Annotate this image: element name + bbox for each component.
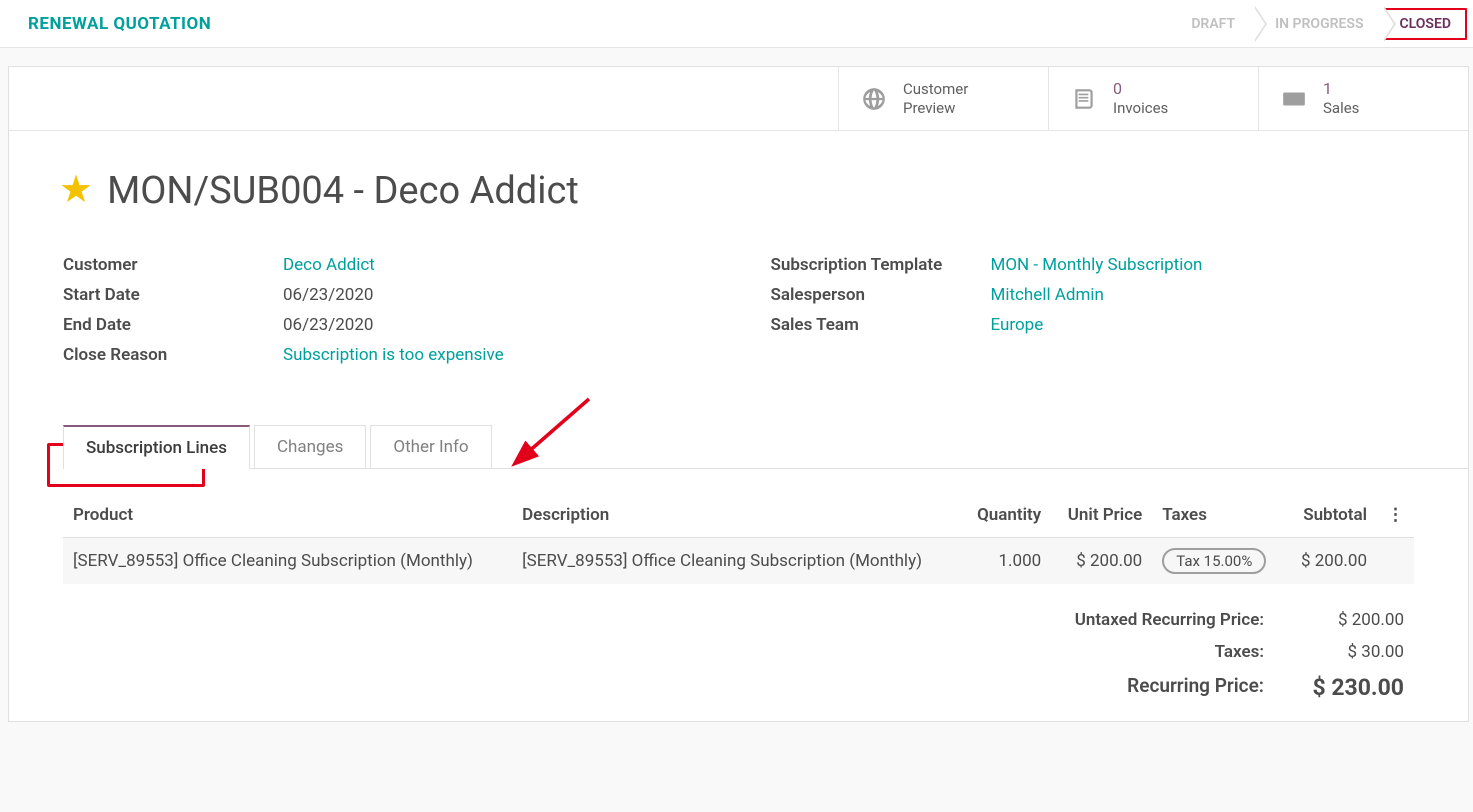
subscription-template-link[interactable]: MON - Monthly Subscription bbox=[991, 255, 1203, 275]
topbar: RENEWAL QUOTATION DRAFT IN PROGRESS CLOS… bbox=[0, 0, 1473, 48]
table-row[interactable]: [SERV_89553] Office Cleaning Subscriptio… bbox=[63, 538, 1414, 585]
totals-section: Untaxed Recurring Price: $ 200.00 Taxes:… bbox=[1075, 610, 1404, 701]
subscription-template-label: Subscription Template bbox=[771, 255, 991, 275]
status-in-progress[interactable]: IN PROGRESS bbox=[1255, 6, 1383, 42]
annotation-arrow-icon bbox=[509, 391, 599, 471]
recurring-value: $ 230.00 bbox=[1304, 674, 1404, 701]
tab-changes[interactable]: Changes bbox=[254, 425, 366, 468]
end-date-label: End Date bbox=[63, 315, 283, 335]
customer-link[interactable]: Deco Addict bbox=[283, 255, 375, 275]
credit-card-icon bbox=[1281, 86, 1307, 112]
col-subtotal[interactable]: Subtotal bbox=[1285, 497, 1377, 538]
start-date-label: Start Date bbox=[63, 285, 283, 305]
subscription-lines-table: Product Description Quantity Unit Price … bbox=[63, 497, 1414, 584]
taxes-total-label: Taxes: bbox=[1075, 642, 1264, 662]
recurring-label: Recurring Price: bbox=[1075, 674, 1264, 701]
status-draft[interactable]: DRAFT bbox=[1171, 6, 1255, 42]
col-unit-price[interactable]: Unit Price bbox=[1051, 497, 1152, 538]
status-steps: DRAFT IN PROGRESS CLOSED bbox=[1171, 0, 1469, 47]
salesperson-label: Salesperson bbox=[771, 285, 991, 305]
cell-quantity: 1.000 bbox=[961, 538, 1051, 585]
cell-unit-price: $ 200.00 bbox=[1051, 538, 1152, 585]
star-icon[interactable]: ★ bbox=[59, 167, 93, 212]
cell-product: [SERV_89553] Office Cleaning Subscriptio… bbox=[63, 538, 512, 585]
invoices-button[interactable]: 0 Invoices bbox=[1048, 67, 1258, 130]
stat-buttons-row: Customer Preview 0 Invoices 1 bbox=[9, 67, 1468, 131]
taxes-total-value: $ 30.00 bbox=[1304, 642, 1404, 662]
end-date-value: 06/23/2020 bbox=[283, 315, 373, 335]
stat-label-line2: Preview bbox=[903, 99, 968, 118]
salesperson-link[interactable]: Mitchell Admin bbox=[991, 285, 1104, 305]
tax-pill: Tax 15.00% bbox=[1162, 548, 1266, 574]
tab-other-info[interactable]: Other Info bbox=[370, 425, 491, 468]
untaxed-label: Untaxed Recurring Price: bbox=[1075, 610, 1264, 630]
customer-label: Customer bbox=[63, 255, 283, 275]
sales-count: 1 bbox=[1323, 79, 1359, 99]
cell-taxes: Tax 15.00% bbox=[1152, 538, 1285, 585]
record-title: MON/SUB004 - Deco Addict bbox=[107, 169, 579, 213]
sales-team-link[interactable]: Europe bbox=[991, 315, 1044, 335]
globe-icon bbox=[861, 86, 887, 112]
col-description[interactable]: Description bbox=[512, 497, 961, 538]
sales-team-label: Sales Team bbox=[771, 315, 991, 335]
close-reason-label: Close Reason bbox=[63, 345, 283, 365]
form-view: Customer Preview 0 Invoices 1 bbox=[8, 66, 1469, 722]
kebab-menu-icon[interactable]: ⋮ bbox=[1377, 497, 1414, 538]
sales-button[interactable]: 1 Sales bbox=[1258, 67, 1468, 130]
sales-label: Sales bbox=[1323, 99, 1359, 118]
close-reason-link[interactable]: Subscription is too expensive bbox=[283, 345, 504, 365]
stat-label-line1: Customer bbox=[903, 80, 968, 99]
invoices-label: Invoices bbox=[1113, 99, 1168, 118]
col-taxes[interactable]: Taxes bbox=[1152, 497, 1285, 538]
customer-preview-button[interactable]: Customer Preview bbox=[838, 67, 1048, 130]
cell-description: [SERV_89553] Office Cleaning Subscriptio… bbox=[512, 538, 961, 585]
start-date-value: 06/23/2020 bbox=[283, 285, 373, 305]
invoices-count: 0 bbox=[1113, 79, 1168, 99]
col-quantity[interactable]: Quantity bbox=[961, 497, 1051, 538]
cell-subtotal: $ 200.00 bbox=[1285, 538, 1377, 585]
status-closed[interactable]: CLOSED bbox=[1384, 8, 1468, 40]
renewal-quotation-button[interactable]: RENEWAL QUOTATION bbox=[28, 14, 211, 34]
untaxed-value: $ 200.00 bbox=[1304, 610, 1404, 630]
book-icon bbox=[1071, 86, 1097, 112]
tab-subscription-lines[interactable]: Subscription Lines bbox=[63, 425, 250, 469]
col-product[interactable]: Product bbox=[63, 497, 512, 538]
